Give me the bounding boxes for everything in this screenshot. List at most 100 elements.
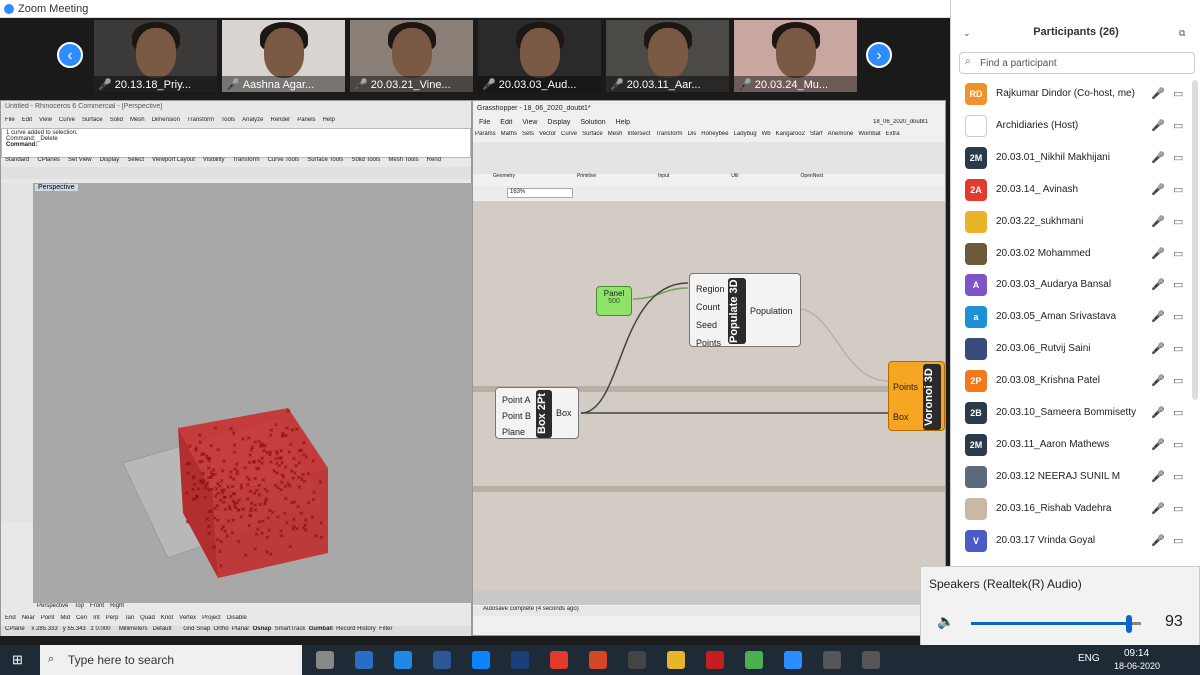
video-tile[interactable]: 🎤 20.03.11_Aar... [606,20,729,92]
populate-input[interactable]: Points [696,334,725,352]
osnap-checkbox[interactable]: End [5,615,16,621]
gh-menu-item[interactable]: File [479,119,490,126]
gh-ribbon-group[interactable]: OpenNest [800,173,823,179]
powerpoint-icon[interactable] [589,651,607,669]
osnap-checkbox[interactable]: Int [93,615,100,621]
task-view-icon[interactable] [316,651,334,669]
rhino-menu-item[interactable]: Tools [221,117,235,123]
rhino-menu-item[interactable]: Edit [22,117,32,123]
gh-menu-item[interactable]: Display [547,119,570,126]
next-page-button[interactable]: › [866,42,892,68]
volume-slider-thumb[interactable] [1126,615,1133,633]
participant-row[interactable]: 2M 20.03.01_Nikhil Makhijani 🎤 ▭ [951,143,1191,175]
video-tile[interactable]: 🎤 20.03.21_Vine... [350,20,473,92]
voronoi-input[interactable]: Points [893,372,918,402]
zoom-icon[interactable] [784,651,802,669]
box-input[interactable]: Point A [502,392,531,408]
gh-tab[interactable]: Curve [561,131,577,137]
osnap-checkbox[interactable]: Project [202,615,221,621]
video-tile[interactable]: 🎤 20.03.24_Mu... [734,20,857,92]
rhino-menu-item[interactable]: File [5,117,15,123]
gh-tab[interactable]: Kangaroo2 [776,131,805,137]
grasshopper-icon[interactable] [862,651,880,669]
osnap-checkbox[interactable]: Vertex [179,615,196,621]
command-prompt[interactable]: Command: [6,142,466,148]
rhino-menu-item[interactable]: Transform [187,117,214,123]
prev-page-button[interactable]: ‹ [57,42,83,68]
populate-input[interactable]: Region [696,280,725,298]
taskbar-search[interactable]: ⌕ Type here to search [40,645,302,675]
speaker-icon[interactable]: 🔈 [937,613,954,630]
rhino-menu-item[interactable]: Surface [82,117,103,123]
rhino-menu-item[interactable]: Panels [297,117,315,123]
participants-scrollbar[interactable] [1192,80,1198,400]
rhino-menu-item[interactable]: Mesh [130,117,145,123]
clock-date[interactable]: 18-06-2020 [1114,661,1160,671]
viewport-tab[interactable]: Right [110,603,124,609]
panel-node[interactable]: Panel 500 [596,286,632,316]
perspective-viewport[interactable]: Perspective [33,183,473,603]
video-tile[interactable]: 🎤 Aashna Agar... [222,20,345,92]
photoshop-icon[interactable] [511,651,529,669]
rhino-toolbar-tab[interactable]: Standard [5,157,29,163]
rhino-toolbar-tab[interactable]: Viewport Layout [152,157,195,163]
gh-tab[interactable]: Ladybug [734,131,757,137]
gh-tab[interactable]: Maths [501,131,517,137]
rhino-toolbar-tab[interactable]: Mesh Tools [388,157,418,163]
viewport-tab[interactable]: Front [90,603,104,609]
gh-tab[interactable]: Honeybee [701,131,728,137]
populate-input[interactable]: Seed [696,316,725,334]
rhino-menu-item[interactable]: Curve [59,117,75,123]
collapse-icon[interactable]: ⌄ [963,28,971,39]
participant-row[interactable]: A 20.03.03_Audarya Bansal 🎤 ▭ [951,270,1191,302]
gh-ribbon-group[interactable]: Geometry [493,173,515,179]
osnap-checkbox[interactable]: Quad [140,615,155,621]
word-icon[interactable] [433,651,451,669]
gh-tab[interactable]: Vector [539,131,556,137]
participant-row[interactable]: V 20.03.17 Vrinda Goyal 🎤 ▭ [951,526,1191,558]
gh-menu-item[interactable]: Solution [580,119,605,126]
gh-tab[interactable]: Sets [522,131,534,137]
participant-row[interactable]: 2P 20.03.08_Krishna Patel 🎤 ▭ [951,366,1191,398]
gh-tab[interactable]: Surface [582,131,603,137]
osnap-checkbox[interactable]: Disable [227,615,247,621]
participant-row[interactable]: 2B 20.03.10_Sameera Bommisetty 🎤 ▭ [951,398,1191,430]
osnap-checkbox[interactable]: Point [41,615,55,621]
l-app-icon[interactable] [394,651,412,669]
file-explorer-icon[interactable] [667,651,685,669]
participant-row[interactable]: RD Rajkumar Dindor (Co-host, me) 🎤 ▭ [951,79,1191,111]
gh-tab[interactable]: Intersect [627,131,650,137]
participant-row[interactable]: 20.03.06_Rutvij Saini 🎤 ▭ [951,334,1191,366]
gh-canvas[interactable]: Panel 500 Region Count Seed Points Populate… [473,201,945,591]
rhino-menu-item[interactable]: Solid [110,117,123,123]
voronoi-3d-node[interactable]: Points Box Voronoi 3D [888,361,945,431]
autocad-icon[interactable] [706,651,724,669]
osnap-checkbox[interactable]: Mid [60,615,70,621]
video-tile[interactable]: 🎤 20.03.03_Aud... [478,20,601,92]
participant-row[interactable]: 20.03.16_Rishab Vadehra 🎤 ▭ [951,494,1191,526]
rhino-toolbar-tab[interactable]: Transform [232,157,259,163]
viewport-label[interactable]: Perspective [35,184,78,191]
participant-row[interactable]: Archidiaries (Host) 🎤 ▭ [951,111,1191,143]
participant-row[interactable]: 20.03.02 Mohammed 🎤 ▭ [951,239,1191,271]
language-indicator[interactable]: ENG [1078,653,1100,664]
osnap-checkbox[interactable]: Tan [124,615,134,621]
rhino-toolbar-tab[interactable]: Curve Tools [268,157,300,163]
start-button[interactable]: ⊞ [12,653,26,667]
rhino-toolbar-tab[interactable]: CPlanes [37,157,60,163]
rhino-icon[interactable] [823,651,841,669]
participant-row[interactable]: 2A 20.03.14_ Avinash 🎤 ▭ [951,175,1191,207]
osnap-checkbox[interactable]: Knot [161,615,173,621]
gh-tab[interactable]: Anemone [828,131,854,137]
rhino-toolbar-tab[interactable]: Display [100,157,120,163]
gh-ribbon-group[interactable]: Input [658,173,669,179]
populate-3d-node[interactable]: Region Count Seed Points Populate 3D Popula… [689,273,801,348]
osnap-checkbox[interactable]: Perp [106,615,119,621]
gh-menu-item[interactable]: Help [616,119,630,126]
gh-tab[interactable]: Starf [810,131,823,137]
osnap-checkbox[interactable]: Near [22,615,35,621]
box-input[interactable]: Point B [502,408,531,424]
mail-icon[interactable] [355,651,373,669]
participant-search-input[interactable]: Find a participant [959,52,1195,74]
gh-tab[interactable]: Wombat [858,131,880,137]
